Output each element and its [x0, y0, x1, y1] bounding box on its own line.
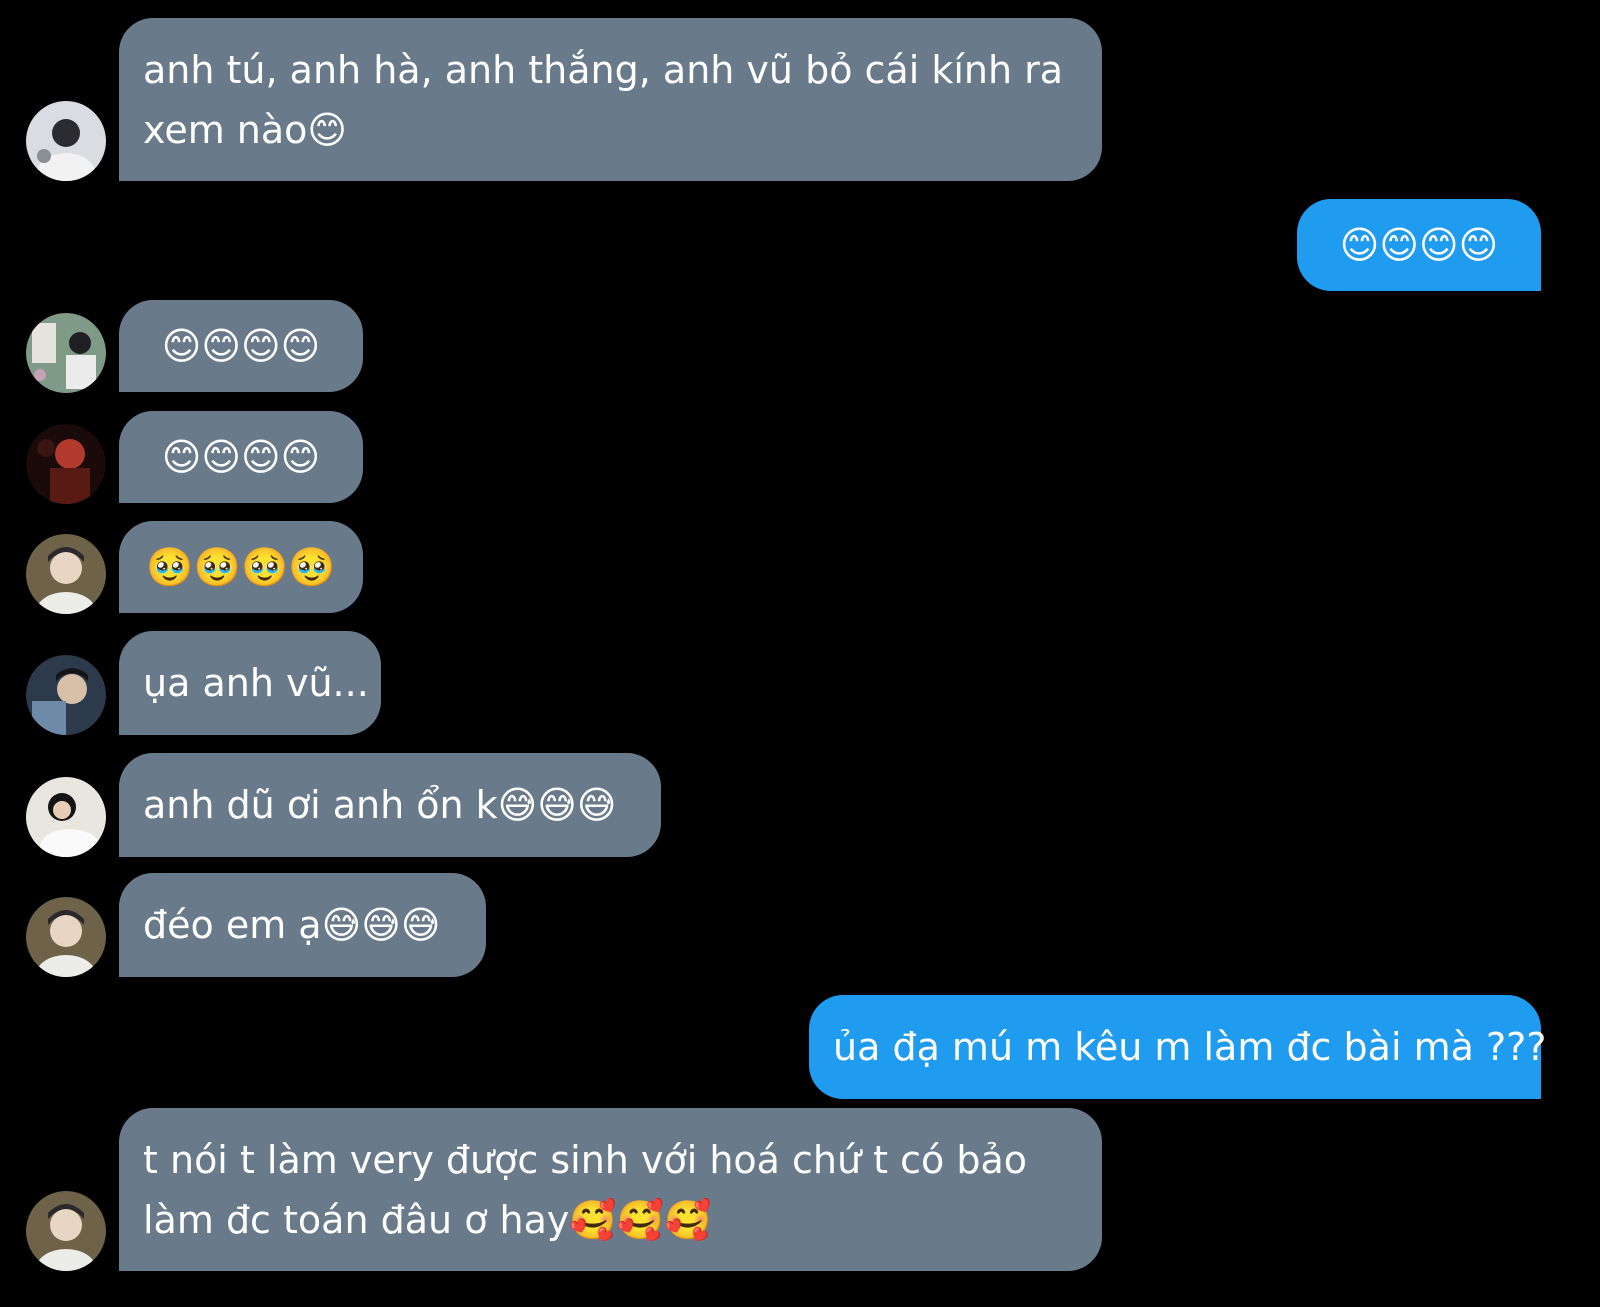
- sender-avatar[interactable]: [26, 534, 106, 614]
- sender-avatar[interactable]: [26, 101, 106, 181]
- sender-avatar[interactable]: [26, 424, 106, 504]
- sender-avatar[interactable]: [26, 313, 106, 393]
- message-bubble[interactable]: anh dũ ơi anh ổn k😅😅😅: [119, 753, 661, 857]
- message-bubble[interactable]: 😊😊😊😊: [119, 300, 363, 392]
- message-text: anh tú, anh hà, anh thắng, anh vũ bỏ cái…: [143, 48, 1064, 152]
- message-text: 😊😊😊😊: [161, 435, 321, 479]
- message-bubble[interactable]: 🥹🥹🥹🥹: [119, 521, 363, 613]
- message-text: t nói t làm very được sinh với hoá chứ t…: [143, 1138, 1028, 1242]
- sender-avatar[interactable]: [26, 777, 106, 857]
- message-bubble[interactable]: đéo em ạ😅😅😅: [119, 873, 486, 977]
- message-text: 😊😊😊😊: [161, 324, 321, 368]
- message-bubble[interactable]: t nói t làm very được sinh với hoá chứ t…: [119, 1108, 1102, 1271]
- message-text: 😊😊😊😊: [1339, 223, 1499, 267]
- sender-avatar[interactable]: [26, 1191, 106, 1271]
- message-bubble[interactable]: ủa đạ mú m kêu m làm đc bài mà ???: [809, 995, 1546, 1099]
- message-bubble[interactable]: ụa anh vũ...: [119, 631, 381, 735]
- sender-avatar[interactable]: [26, 655, 106, 735]
- message-bubble[interactable]: 😊😊😊😊: [1297, 199, 1541, 291]
- message-text: ụa anh vũ...: [143, 661, 369, 705]
- message-text: ủa đạ mú m kêu m làm đc bài mà ???: [833, 1025, 1547, 1069]
- message-bubble[interactable]: anh tú, anh hà, anh thắng, anh vũ bỏ cái…: [119, 18, 1102, 181]
- message-bubble[interactable]: 😊😊😊😊: [119, 411, 363, 503]
- sender-avatar[interactable]: [26, 897, 106, 977]
- message-text: anh dũ ơi anh ổn k😅😅😅: [143, 783, 617, 827]
- message-text: 🥹🥹🥹🥹: [146, 545, 336, 589]
- message-text: đéo em ạ😅😅😅: [143, 903, 441, 947]
